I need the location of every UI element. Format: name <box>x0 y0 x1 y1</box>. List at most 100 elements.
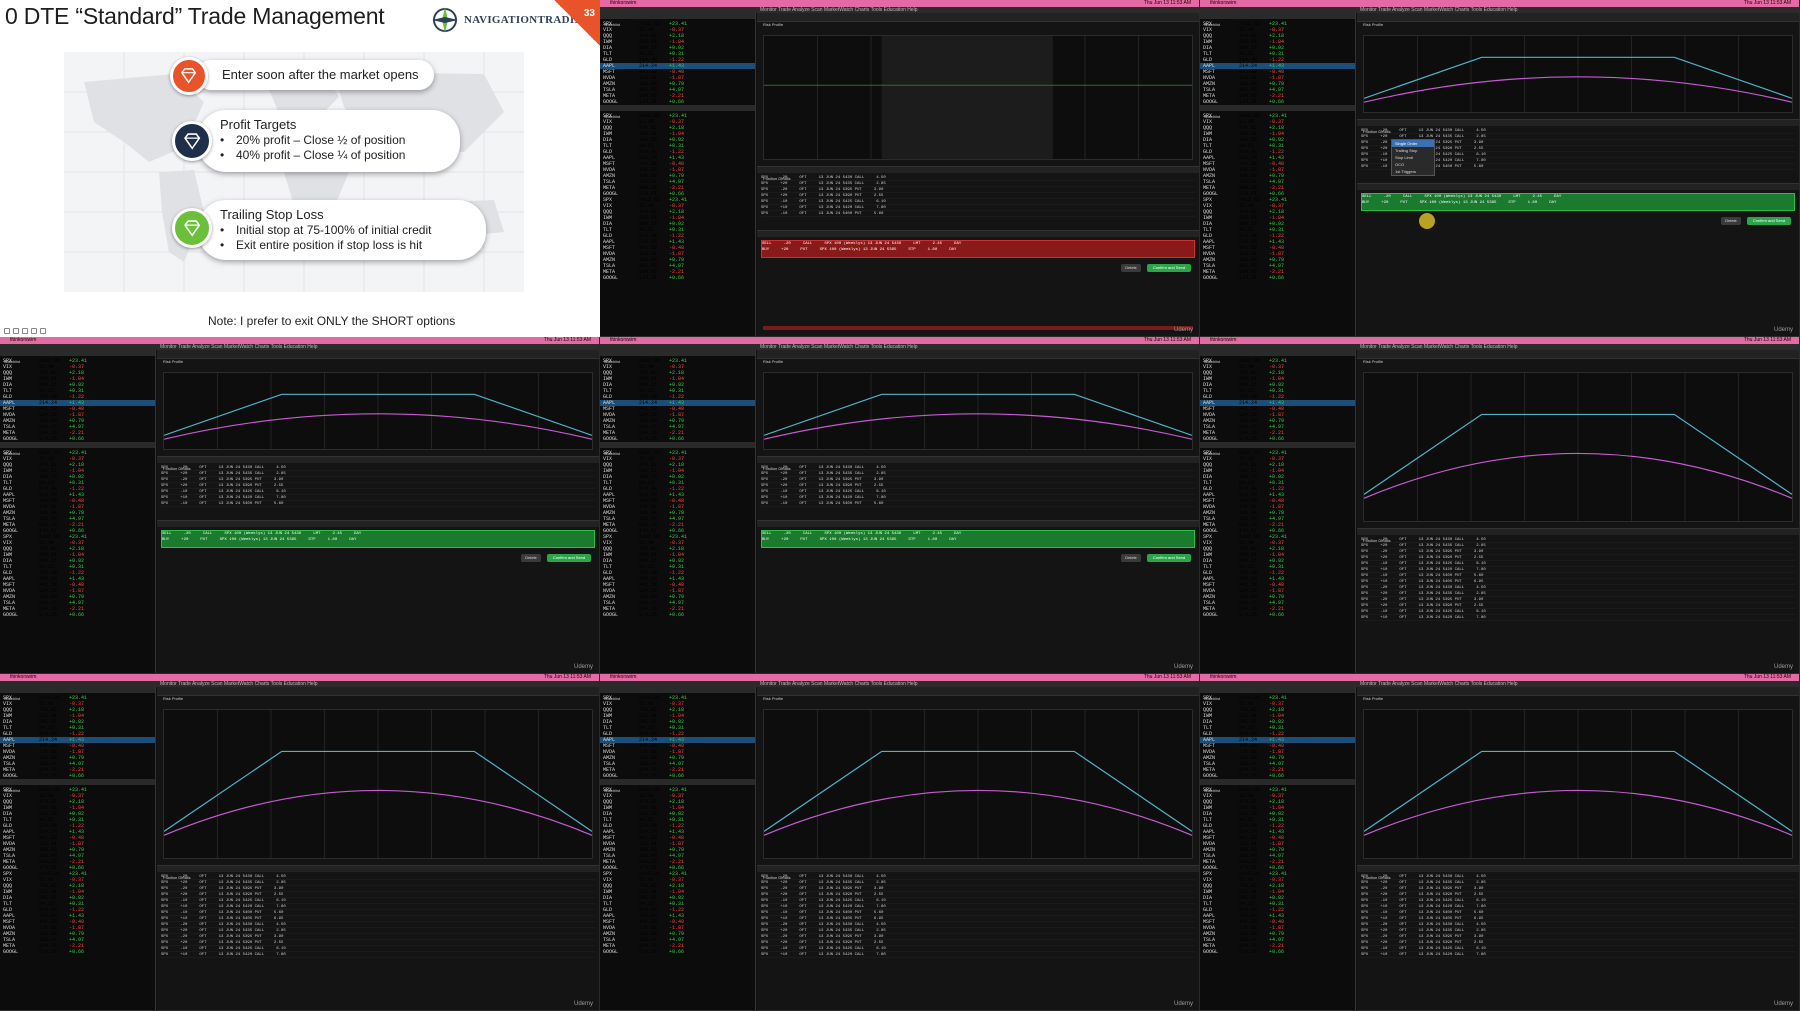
position-row[interactable]: SPX +10 OFT 13 JUN 24 5420 CALL 7.80 <box>1361 615 1795 621</box>
position-cell: -10 <box>1380 165 1388 169</box>
position-row[interactable]: SPX +10 OFT 13 JUN 24 5420 CALL 7.80 <box>1361 952 1795 958</box>
tab-risk-profile[interactable]: Risk Profile <box>763 359 783 364</box>
watchlist-row[interactable]: GOOGL 174.21 +0.66 <box>1200 275 1355 281</box>
position-details-header: Position Details <box>1357 865 1799 880</box>
confirm-and-send-button[interactable]: Confirm and Send <box>1147 554 1191 562</box>
order-entry-header: Order Entry Tools <box>157 520 599 535</box>
position-row[interactable]: SPX -10 OFT 13 JUN 24 5400 PUT 5.60 <box>761 501 1195 507</box>
zoom-icon[interactable] <box>31 328 37 334</box>
platform-screenshot: thinkorswim Thu Jun 13 11:53 AM Monitor Tr… <box>1200 674 1800 1011</box>
net-change: +0.66 <box>669 949 685 955</box>
symbol: GOOGL <box>1203 275 1219 281</box>
order-type-option[interactable]: Single Order <box>1392 140 1434 147</box>
status-time: Thu Jun 13 11:53 AM <box>543 674 591 680</box>
watchlist-row[interactable]: GOOGL 174.21 +0.66 <box>0 949 155 955</box>
order-leg-row[interactable]: BUY +20 PUT SPX 100 (Weeklys) 13 JUN 24 539… <box>762 537 1194 543</box>
position-row[interactable]: SPX -10 OFT 13 JUN 24 5400 PUT 5.60 <box>161 501 595 507</box>
tab-risk-profile[interactable]: Risk Profile <box>1363 696 1383 701</box>
position-cell: SPX <box>161 502 169 506</box>
position-row[interactable]: SPX +10 OFT 13 JUN 24 5420 CALL 7.80 <box>161 952 595 958</box>
order-cell: DAY <box>949 538 957 542</box>
profit-target-item: 20% profit – Close ½ of position <box>220 133 405 148</box>
order-leg-row[interactable]: BUY +20 PUT SPX 100 (Weeklys) 13 JUN 24 539… <box>162 537 594 543</box>
analyze-tabs[interactable]: Risk Profile <box>157 687 599 701</box>
position-cell: OFT <box>799 953 807 957</box>
tab-risk-profile[interactable]: Risk Profile <box>763 22 783 27</box>
risk-profile-chart <box>763 709 1193 859</box>
confirm-and-send-button[interactable]: Confirm and Send <box>1747 217 1791 225</box>
analyze-tabs[interactable]: Risk Profile <box>1357 687 1799 701</box>
positions-table: SPX -20 OFT 13 JUN 24 5430 CALL 4.50 SPX +20 OF… <box>761 465 1195 507</box>
confirm-and-send-button[interactable]: Confirm and Send <box>1147 264 1191 272</box>
tab-risk-profile[interactable]: Risk Profile <box>163 359 183 364</box>
position-cell: 7.80 <box>276 953 286 957</box>
positions-table: SPX -20 OFT 13 JUN 24 5430 CALL 4.50 SPX +20 OF… <box>1361 874 1795 958</box>
tab-risk-profile[interactable]: Risk Profile <box>1363 359 1383 364</box>
order-type-option[interactable]: OCO <box>1392 161 1434 168</box>
trailing-stop-list: Initial stop at 75-100% of initial credi… <box>220 223 431 253</box>
watchlist-panel: Watchlist SPX 5412.85 +23.41 VIX 12.48 -0.37 QQ… <box>0 687 156 1010</box>
watchlist-header: Watchlist <box>600 13 755 27</box>
delete-button[interactable]: Delete <box>1121 554 1141 562</box>
confirm-and-send-button[interactable]: Confirm and Send <box>547 554 591 562</box>
window-title: thinkorswim <box>610 337 637 343</box>
risk-profile-svg <box>764 36 1192 159</box>
more-icon[interactable] <box>40 328 46 334</box>
position-details-header: Position Details <box>757 166 1199 181</box>
position-cell: OFT <box>199 953 207 957</box>
last-price: 174.21 <box>639 436 658 442</box>
analyze-pane: Risk Profile Position Details SPX -20 OFT 13 … <box>757 350 1199 673</box>
watchlist-row[interactable]: GOOGL 174.21 +0.66 <box>600 949 755 955</box>
position-cell: 7.80 <box>876 953 886 957</box>
order-cell: STP <box>908 538 916 542</box>
order-type-option[interactable]: 1st Triggers <box>1392 168 1434 175</box>
analyze-tabs[interactable]: Risk Profile <box>757 13 1199 27</box>
last-price: 174.21 <box>39 773 58 779</box>
analyze-tabs[interactable]: Risk Profile <box>1357 350 1799 364</box>
order-type-option[interactable]: Stop Limit <box>1392 154 1434 161</box>
position-cell: SPX <box>161 953 169 957</box>
order-cell: BUY <box>162 538 170 542</box>
tab-risk-profile[interactable]: Risk Profile <box>1363 22 1383 27</box>
order-cell: +20 <box>1381 201 1389 205</box>
pen-icon[interactable] <box>13 328 19 334</box>
order-ticket[interactable]: SELL -20 CALL SPX 100 (Weeklys) 13 JUN 24 5… <box>761 530 1195 548</box>
order-cell: SPX 100 (Weeklys) 13 JUN 24 5395 <box>819 538 897 542</box>
section-divider: Watchlist <box>0 442 155 456</box>
position-row[interactable]: SPX +10 OFT 13 JUN 24 5420 CALL 7.80 <box>761 952 1195 958</box>
analyze-tabs[interactable]: Risk Profile <box>1357 13 1799 27</box>
analyze-tabs[interactable]: Risk Profile <box>157 350 599 364</box>
tab-risk-profile[interactable]: Risk Profile <box>763 696 783 701</box>
delete-button[interactable]: Delete <box>1721 217 1741 225</box>
delete-button[interactable]: Delete <box>521 554 541 562</box>
order-ticket[interactable]: SELL -20 CALL SPX 100 (Weeklys) 13 JUN 24 5… <box>761 240 1195 258</box>
order-leg-row[interactable]: BUY +20 PUT SPX 100 (Weeklys) 13 JUN 24 539… <box>1362 200 1794 206</box>
position-row[interactable]: SPX -10 OFT 13 JUN 24 5400 PUT 5.60 <box>761 211 1195 217</box>
order-type-option[interactable]: Trailing Stop <box>1392 147 1434 154</box>
order-ticket[interactable]: SELL -20 CALL SPX 100 (Weeklys) 13 JUN 24 5… <box>1361 193 1795 211</box>
slide-controls[interactable] <box>4 328 46 334</box>
watchlist-row[interactable]: GOOGL 174.21 +0.66 <box>1200 612 1355 618</box>
analyze-pane: Risk Profile Position Details SPX -20 OFT 13 … <box>757 687 1199 1010</box>
order-ticket[interactable]: SELL -20 CALL SPX 100 (Weeklys) 13 JUN 24 5… <box>161 530 595 548</box>
analyze-tabs[interactable]: Risk Profile <box>757 350 1199 364</box>
grid-icon[interactable] <box>22 328 28 334</box>
tab-risk-profile[interactable]: Risk Profile <box>163 696 183 701</box>
prev-slide-icon[interactable] <box>4 328 10 334</box>
section-divider: Watchlist <box>600 442 755 456</box>
delete-button[interactable]: Delete <box>1121 264 1141 272</box>
risk-profile-chart <box>763 35 1193 160</box>
position-details-header: Position Details <box>757 865 1199 880</box>
analyze-tabs[interactable]: Risk Profile <box>757 687 1199 701</box>
positions-table: SPX -20 OFT 13 JUN 24 5430 CALL 4.50 SPX +20 OF… <box>761 874 1195 958</box>
watchlist-row[interactable]: GOOGL 174.21 +0.66 <box>600 275 755 281</box>
order-type-menu[interactable]: Single Order Trailing Stop Stop Limit OCO 1s… <box>1391 139 1435 176</box>
watchlist-row[interactable]: GOOGL 174.21 +0.66 <box>0 612 155 618</box>
position-cell: -10 <box>180 502 188 506</box>
order-leg-row[interactable]: BUY +20 PUT SPX 100 (Weeklys) 13 JUN 24 539… <box>762 247 1194 253</box>
risk-profile-chart <box>163 709 593 859</box>
net-change: +0.66 <box>69 773 85 779</box>
risk-profile-svg <box>164 710 592 858</box>
watchlist-row[interactable]: GOOGL 174.21 +0.66 <box>600 612 755 618</box>
watchlist-row[interactable]: GOOGL 174.21 +0.66 <box>1200 949 1355 955</box>
